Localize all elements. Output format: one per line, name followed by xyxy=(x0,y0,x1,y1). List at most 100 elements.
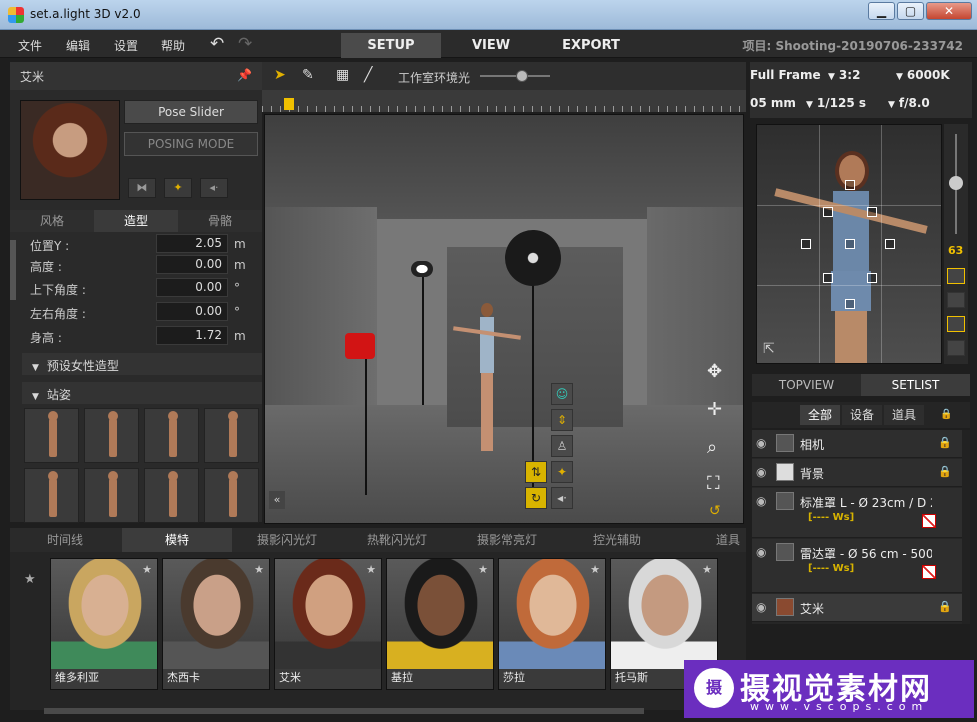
tab-speedlight[interactable]: 热靴闪光灯 xyxy=(342,528,452,552)
pose-thumbnail[interactable] xyxy=(144,468,199,523)
zoom-slider-knob[interactable] xyxy=(949,176,963,190)
menu-help[interactable]: 帮助 xyxy=(161,37,185,54)
standard-reflector-light[interactable] xyxy=(411,261,433,277)
fit-view-icon[interactable]: ⛶ xyxy=(707,473,720,494)
section-preset-female-poses[interactable]: ▼ 预设女性造型 xyxy=(22,353,262,375)
camera-preview[interactable]: ⇱ xyxy=(756,124,942,364)
no-modeling-light-icon[interactable] xyxy=(922,565,936,579)
pose-thumbnail[interactable] xyxy=(24,468,79,523)
section-standing[interactable]: ▼ 站姿 xyxy=(22,382,262,404)
tab-models[interactable]: 模特 xyxy=(122,528,232,552)
posing-mode-button[interactable]: POSING MODE xyxy=(124,132,258,156)
light-direction-icon[interactable]: ◂· xyxy=(551,487,573,509)
tab-continuous-light[interactable]: 摄影常亮灯 xyxy=(452,528,562,552)
pose-thumbnail[interactable] xyxy=(84,468,139,523)
model-move-icon[interactable]: ☺ xyxy=(551,383,573,405)
camera-back-icon[interactable]: ⇱ xyxy=(763,341,775,357)
menu-settings[interactable]: 设置 xyxy=(114,37,138,54)
shutter-speed-dropdown[interactable]: ▼ 1/125 s xyxy=(806,96,866,110)
navigate-icon[interactable] xyxy=(947,340,965,356)
pose-thumbnail[interactable] xyxy=(144,408,199,463)
pan-icon[interactable]: ✛ xyxy=(707,399,722,420)
sensor-format-dropdown[interactable]: Full Frame xyxy=(750,68,821,82)
select-arrow-icon[interactable]: ➤ xyxy=(274,67,286,83)
setlist-item-background[interactable]: ◉ 背景 🔒 xyxy=(752,459,962,487)
favorite-star-icon[interactable]: ★ xyxy=(254,563,264,576)
ambient-light-slider-knob[interactable] xyxy=(516,70,528,82)
focus-point[interactable] xyxy=(867,273,877,283)
prop-value-input[interactable]: 2.05 xyxy=(156,234,228,253)
prop-value-input[interactable]: 0.00 xyxy=(156,302,228,321)
pose-thumbnail[interactable] xyxy=(84,408,139,463)
tab-skeleton[interactable]: 骨骼 xyxy=(178,210,262,232)
favorite-star-icon[interactable]: ★ xyxy=(702,563,712,576)
tab-timeline[interactable]: 时间线 xyxy=(10,528,120,552)
setlist-item-model[interactable]: ◉ 艾米 🔒 xyxy=(752,594,962,622)
favorite-star-icon[interactable]: ★ xyxy=(590,563,600,576)
model-card[interactable]: ★ 维多利亚 xyxy=(50,558,158,690)
eye-icon[interactable]: ◉ xyxy=(756,436,766,450)
eye-icon[interactable]: ◉ xyxy=(756,600,766,614)
focus-point[interactable] xyxy=(867,207,877,217)
maximize-button[interactable]: ▢ xyxy=(897,2,924,20)
mirror-icon[interactable]: ⧓ xyxy=(128,178,156,198)
grid-icon[interactable]: ▦ xyxy=(336,67,349,83)
filter-all[interactable]: 全部 xyxy=(800,405,840,425)
menu-file[interactable]: 文件 xyxy=(18,37,42,54)
setlist-scrollbar[interactable] xyxy=(962,430,970,624)
aperture-dropdown[interactable]: ▼ f/8.0 xyxy=(888,96,930,110)
tab-light-modifiers[interactable]: 控光辅助 xyxy=(562,528,672,552)
pose-thumbnail[interactable] xyxy=(204,408,259,463)
properties-scrollbar[interactable] xyxy=(10,240,16,300)
tab-studio-flash[interactable]: 摄影闪光灯 xyxy=(232,528,342,552)
model-height-icon[interactable]: ⇕ xyxy=(551,409,573,431)
favorite-star-icon[interactable]: ★ xyxy=(366,563,376,576)
favorite-star-icon[interactable]: ★ xyxy=(142,563,152,576)
tab-style[interactable]: 风格 xyxy=(10,210,94,232)
tab-view[interactable]: VIEW xyxy=(441,33,541,58)
prop-value-input[interactable]: 1.72 xyxy=(156,326,228,345)
favorites-star-icon[interactable]: ★ xyxy=(24,572,36,587)
model-card[interactable]: ★ 基拉 xyxy=(386,558,494,690)
filter-props[interactable]: 道具 xyxy=(884,405,924,425)
ambient-light-slider[interactable] xyxy=(480,75,550,77)
setlist-item-standard-reflector[interactable]: ◉ 标准罩 L - Ø 23cm / D 23 [---- Ws] xyxy=(752,488,962,538)
pose-slider-button[interactable]: Pose Slider xyxy=(124,100,258,124)
model-card[interactable]: ★ 杰西卡 xyxy=(162,558,270,690)
pose-thumbnail[interactable] xyxy=(24,408,79,463)
eye-icon[interactable]: ◉ xyxy=(756,545,766,559)
frame-icon[interactable] xyxy=(947,316,965,332)
tab-topview[interactable]: TOPVIEW xyxy=(752,374,861,396)
menu-edit[interactable]: 编辑 xyxy=(66,37,90,54)
tab-export[interactable]: EXPORT xyxy=(541,33,641,58)
filter-equipment[interactable]: 设备 xyxy=(842,405,882,425)
focus-point[interactable] xyxy=(845,180,855,190)
3d-viewport[interactable]: ☺ ⇕ ♙ ⇅ ✦ ↻ ◂· ✥ ✛ ⌕ ⛶ ↺ « xyxy=(264,114,744,524)
reset-view-icon[interactable]: ↺ xyxy=(709,503,721,519)
tab-setup[interactable]: SETUP xyxy=(341,33,441,58)
redo-icon[interactable]: ↷ xyxy=(238,34,252,54)
focus-point[interactable] xyxy=(845,299,855,309)
setlist-item-camera[interactable]: ◉ 相机 🔒 xyxy=(752,430,962,458)
focal-length-dropdown[interactable]: 05 mm xyxy=(750,96,796,110)
white-balance-dropdown[interactable]: ▼ 6000K xyxy=(896,68,950,82)
light-pose-icon[interactable]: ✦ xyxy=(551,461,573,483)
lock-icon[interactable]: 🔒 xyxy=(938,465,952,478)
focus-point[interactable] xyxy=(823,273,833,283)
ruler-marker[interactable] xyxy=(284,98,294,110)
tab-pose[interactable]: 造型 xyxy=(94,210,178,232)
aspect-ratio-dropdown[interactable]: ▼ 3:2 xyxy=(828,68,860,82)
line-icon[interactable]: ╱ xyxy=(364,67,372,83)
lock-icon[interactable]: 🔒 xyxy=(938,600,952,613)
model-card[interactable]: ★ 莎拉 xyxy=(498,558,606,690)
measure-icon[interactable]: ✎ xyxy=(302,67,314,83)
focus-point[interactable] xyxy=(885,239,895,249)
prop-value-input[interactable]: 0.00 xyxy=(156,278,228,297)
eye-icon[interactable]: ◉ xyxy=(756,465,766,479)
focus-point[interactable] xyxy=(823,207,833,217)
minimize-button[interactable]: ▁ xyxy=(868,2,895,20)
undo-icon[interactable]: ↶ xyxy=(210,34,224,54)
lock-icon[interactable]: 🔒 xyxy=(940,409,952,420)
model-rotate-icon[interactable]: ♙ xyxy=(551,435,573,457)
orbit-icon[interactable]: ✥ xyxy=(707,361,722,382)
